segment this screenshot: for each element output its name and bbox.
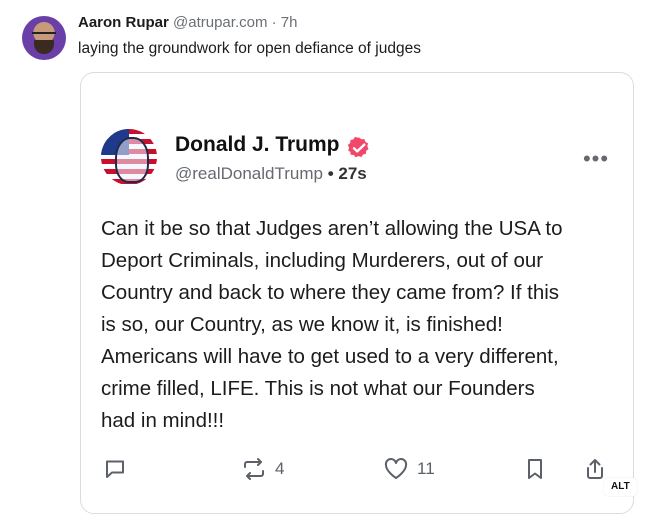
post-header: Aaron Rupar @atrupar.com · 7h bbox=[78, 14, 297, 31]
body-line: Deport Criminals, including Murderers, o… bbox=[101, 249, 544, 272]
repost-count: 4 bbox=[275, 459, 285, 478]
embedded-post-age[interactable]: 27s bbox=[338, 164, 366, 183]
embedded-author-handle[interactable]: @realDonaldTrump bbox=[175, 164, 323, 183]
repost-icon bbox=[244, 458, 264, 480]
header-separator: · bbox=[271, 14, 277, 31]
avatar-beard bbox=[34, 40, 54, 54]
verified-check-icon bbox=[347, 136, 369, 158]
body-line: is so, our Country, as we know it, is fi… bbox=[101, 313, 503, 336]
body-line: Country and back to where they came from… bbox=[101, 281, 560, 304]
author-avatar[interactable] bbox=[22, 16, 66, 60]
share-button[interactable] bbox=[583, 456, 607, 482]
post: Aaron Rupar @atrupar.com · 7h laying the… bbox=[0, 0, 657, 514]
body-line: crime filled, LIFE. This is not what our… bbox=[101, 377, 535, 400]
embedded-post-body: Can it be so that Judges aren’t allowing… bbox=[101, 213, 621, 437]
body-line: Americans will have to get used to a ver… bbox=[101, 345, 559, 368]
like-button[interactable]: 11 bbox=[383, 456, 435, 482]
like-icon bbox=[384, 458, 408, 479]
bookmark-button[interactable] bbox=[524, 456, 546, 482]
embedded-post-card[interactable]: Donald J. Trump @realDonaldTrump • 27s •… bbox=[80, 72, 634, 514]
body-line: Can it be so that Judges aren’t allowing… bbox=[101, 217, 563, 240]
author-handle[interactable]: @atrupar.com bbox=[173, 14, 267, 31]
embedded-author-name[interactable]: Donald J. Trump bbox=[175, 133, 340, 157]
embedded-author-avatar[interactable] bbox=[101, 129, 157, 185]
bookmark-icon bbox=[528, 459, 542, 479]
like-count: 11 bbox=[417, 459, 435, 478]
more-options-icon[interactable]: ••• bbox=[581, 147, 611, 171]
body-line: had in mind!!! bbox=[101, 409, 225, 432]
alt-text-badge[interactable]: ALT bbox=[604, 478, 637, 496]
post-time[interactable]: 7h bbox=[281, 14, 298, 31]
meta-bullet: • bbox=[327, 164, 334, 183]
repost-button[interactable]: 4 bbox=[241, 456, 284, 482]
author-name[interactable]: Aaron Rupar bbox=[78, 14, 169, 31]
share-icon bbox=[587, 459, 603, 479]
reply-icon bbox=[106, 460, 124, 478]
embedded-author-meta: @realDonaldTrump • 27s bbox=[175, 164, 367, 184]
post-text: laying the groundwork for open defiance … bbox=[78, 40, 421, 57]
reply-button[interactable] bbox=[103, 456, 135, 482]
avatar-glasses bbox=[32, 32, 56, 40]
avatar-face bbox=[115, 137, 149, 183]
